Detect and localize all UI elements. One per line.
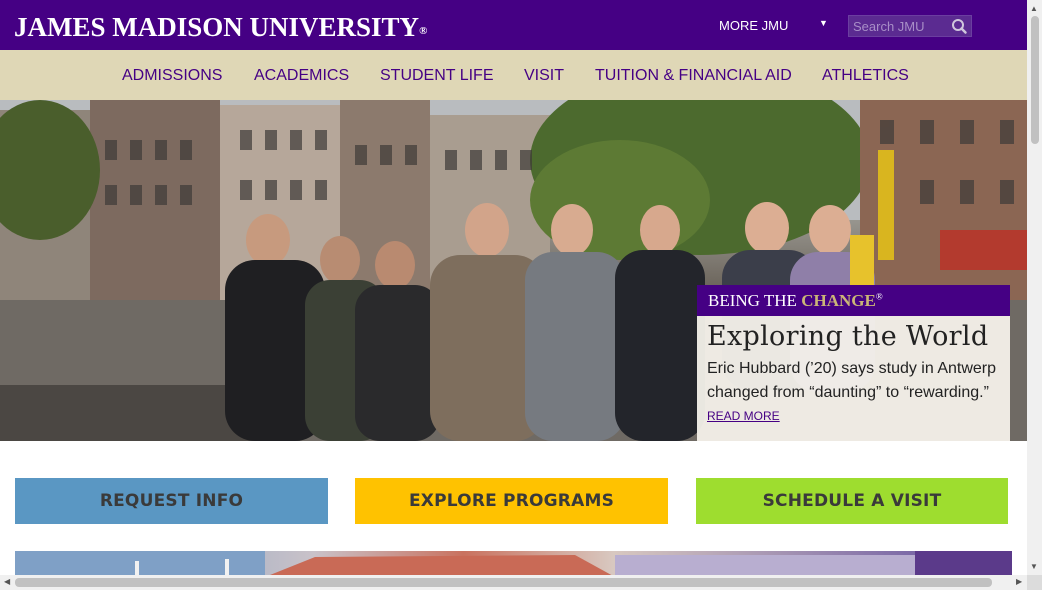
being-the-change-band: BEING THE CHANGE® (697, 285, 1010, 316)
search-button[interactable] (949, 17, 969, 35)
promo-banner-image[interactable] (15, 551, 1012, 577)
nav-item-athletics[interactable]: ATHLETICS (822, 67, 909, 85)
request-info-button[interactable]: REQUEST INFO (15, 478, 328, 524)
chevron-down-icon[interactable]: ▼ (819, 18, 828, 28)
hero-banner: BEING THE CHANGE® Exploring the World Er… (0, 100, 1027, 441)
nav-item-admissions[interactable]: ADMISSIONS (122, 67, 222, 85)
top-header: JAMES MADISON UNIVERSITY® MORE JMU ▼ (0, 0, 1027, 50)
band-heading: BEING THE CHANGE® (708, 291, 883, 311)
promo-photo (15, 551, 1012, 577)
explore-programs-button[interactable]: EXPLORE PROGRAMS (355, 478, 668, 524)
search-input[interactable] (849, 16, 949, 36)
vertical-scrollbar[interactable]: ▲ ▼ (1027, 0, 1042, 575)
schedule-visit-button[interactable]: SCHEDULE A VISIT (696, 478, 1008, 524)
scroll-up-arrow-icon[interactable]: ▲ (1030, 4, 1038, 13)
scroll-down-arrow-icon[interactable]: ▼ (1030, 562, 1038, 571)
nav-item-student-life[interactable]: STUDENT LIFE (380, 67, 494, 85)
nav-item-academics[interactable]: ACADEMICS (254, 67, 349, 85)
story-description: Eric Hubbard (’20) says study in Antwerp… (707, 360, 997, 401)
jmu-logo[interactable]: JAMES MADISON UNIVERSITY® (14, 13, 427, 45)
logo-text: JAMES MADISON UNIVERSITY (14, 12, 420, 42)
story-title: Exploring the World (707, 321, 989, 352)
scroll-right-arrow-icon[interactable]: ▶ (1016, 577, 1022, 586)
scroll-left-arrow-icon[interactable]: ◀ (4, 577, 10, 586)
search-icon (952, 19, 967, 34)
main-nav: ADMISSIONS ACADEMICS STUDENT LIFE VISIT … (0, 50, 1027, 100)
nav-item-tuition-financial-aid[interactable]: TUITION & FINANCIAL AID (595, 67, 792, 85)
page: JAMES MADISON UNIVERSITY® MORE JMU ▼ ADM… (0, 0, 1042, 590)
band-prefix: BEING THE (708, 291, 802, 310)
read-more-link[interactable]: READ MORE (707, 409, 780, 423)
vertical-scroll-thumb[interactable] (1031, 16, 1039, 144)
band-highlight: CHANGE (801, 291, 876, 310)
more-jmu-menu[interactable]: MORE JMU (719, 18, 788, 33)
horizontal-scroll-thumb[interactable] (15, 578, 992, 587)
featured-story-card: BEING THE CHANGE® Exploring the World Er… (697, 285, 1010, 441)
logo-registered-mark: ® (419, 25, 428, 37)
horizontal-scrollbar[interactable]: ◀ ▶ (0, 575, 1027, 590)
search-box (848, 15, 972, 37)
nav-item-visit[interactable]: VISIT (524, 67, 564, 85)
scrollbar-corner (1027, 575, 1042, 590)
band-registered-mark: ® (875, 291, 883, 302)
